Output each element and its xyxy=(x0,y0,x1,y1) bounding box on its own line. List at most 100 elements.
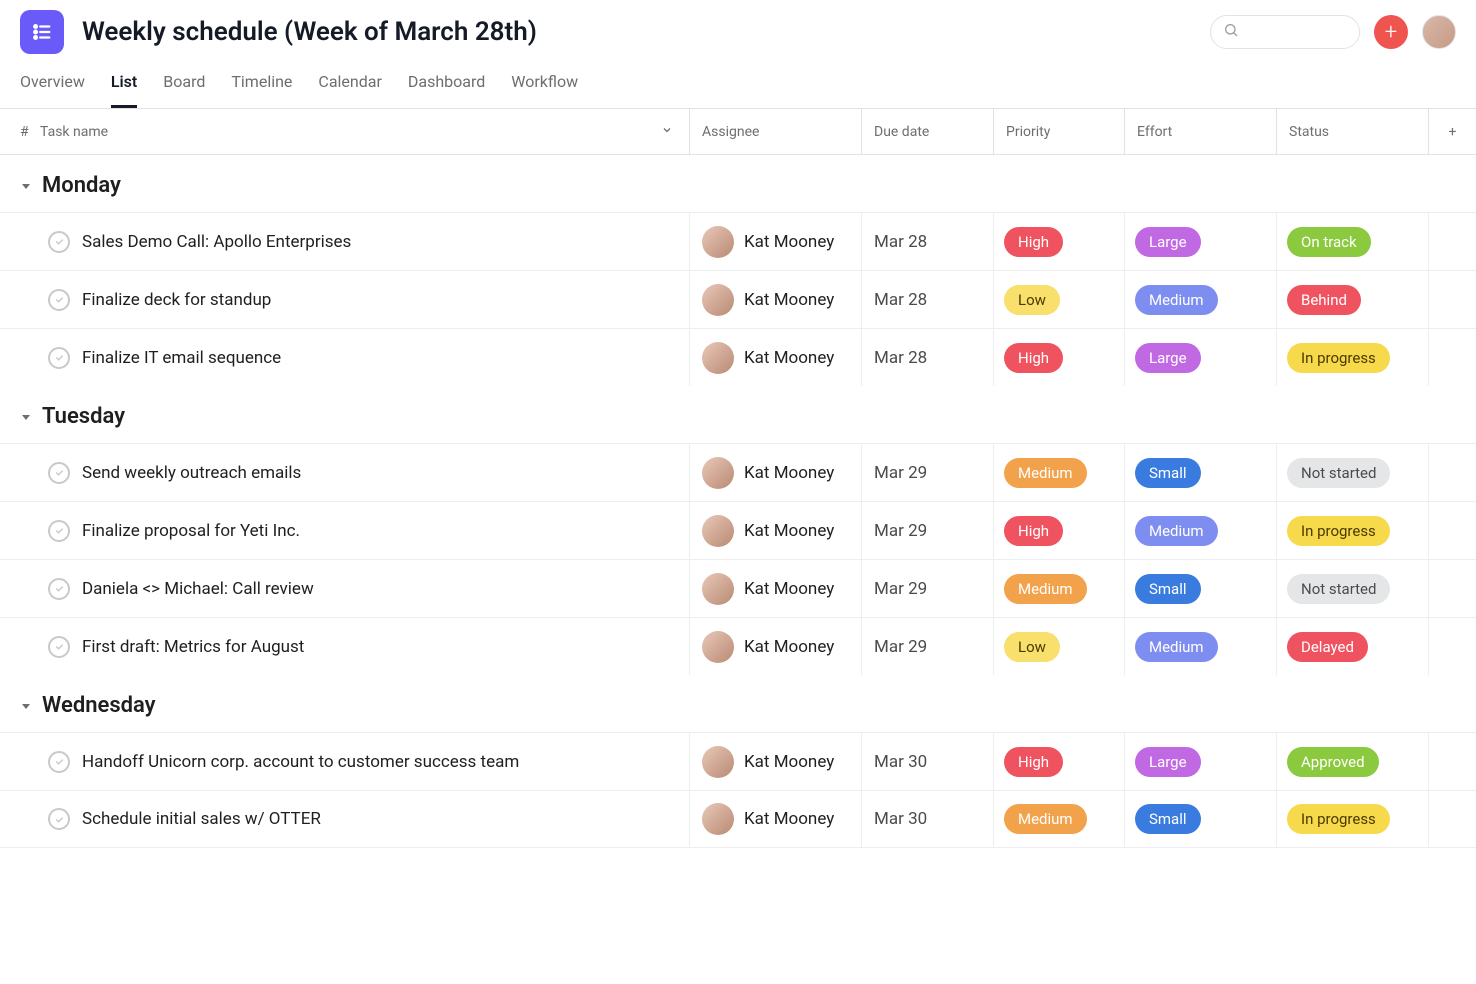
task-name: Finalize deck for standup xyxy=(82,290,271,310)
extra-cell xyxy=(1428,733,1476,790)
assignee-avatar[interactable] xyxy=(702,226,734,258)
tab-timeline[interactable]: Timeline xyxy=(231,72,292,108)
table-row[interactable]: Handoff Unicorn corp. account to custome… xyxy=(0,732,1476,790)
collapse-icon[interactable] xyxy=(18,178,34,194)
extra-cell xyxy=(1428,560,1476,617)
task-name: Send weekly outreach emails xyxy=(82,463,301,483)
status-pill[interactable]: Not started xyxy=(1287,458,1390,488)
plus-icon: + xyxy=(1385,20,1397,45)
tab-calendar[interactable]: Calendar xyxy=(318,72,381,108)
effort-pill[interactable]: Large xyxy=(1135,227,1201,257)
tab-list[interactable]: List xyxy=(111,72,137,108)
add-column-button[interactable]: + xyxy=(1428,109,1476,154)
status-pill[interactable]: In progress xyxy=(1287,343,1390,373)
task-name: Daniela <> Michael: Call review xyxy=(82,579,314,599)
priority-pill[interactable]: High xyxy=(1004,227,1063,257)
effort-pill[interactable]: Large xyxy=(1135,747,1201,777)
complete-checkbox[interactable] xyxy=(48,462,70,484)
chevron-down-icon[interactable] xyxy=(661,124,673,140)
effort-pill[interactable]: Small xyxy=(1135,574,1201,604)
status-pill[interactable]: Approved xyxy=(1287,747,1379,777)
status-pill[interactable]: Delayed xyxy=(1287,632,1368,662)
complete-checkbox[interactable] xyxy=(48,808,70,830)
search-box[interactable] xyxy=(1210,15,1360,49)
priority-pill[interactable]: Medium xyxy=(1004,458,1087,488)
section-title: Monday xyxy=(42,173,121,198)
column-priority: Priority xyxy=(993,109,1124,154)
extra-cell xyxy=(1428,791,1476,847)
tab-workflow[interactable]: Workflow xyxy=(511,72,578,108)
task-name: Finalize IT email sequence xyxy=(82,348,281,368)
assignee-avatar[interactable] xyxy=(702,342,734,374)
due-date[interactable]: Mar 30 xyxy=(861,733,993,790)
effort-pill[interactable]: Medium xyxy=(1135,516,1218,546)
complete-checkbox[interactable] xyxy=(48,578,70,600)
status-pill[interactable]: Not started xyxy=(1287,574,1390,604)
table-row[interactable]: Finalize deck for standup Kat Mooney Mar… xyxy=(0,270,1476,328)
section-title: Tuesday xyxy=(42,404,125,429)
complete-checkbox[interactable] xyxy=(48,751,70,773)
task-name: First draft: Metrics for August xyxy=(82,637,304,657)
status-pill[interactable]: In progress xyxy=(1287,516,1390,546)
table-row[interactable]: Finalize IT email sequence Kat Mooney Ma… xyxy=(0,328,1476,386)
priority-pill[interactable]: High xyxy=(1004,747,1063,777)
assignee-name: Kat Mooney xyxy=(744,232,834,252)
tab-board[interactable]: Board xyxy=(163,72,205,108)
section-title: Wednesday xyxy=(42,693,156,718)
due-date[interactable]: Mar 28 xyxy=(861,271,993,328)
due-date[interactable]: Mar 29 xyxy=(861,560,993,617)
priority-pill[interactable]: High xyxy=(1004,343,1063,373)
collapse-icon[interactable] xyxy=(18,409,34,425)
task-name: Sales Demo Call: Apollo Enterprises xyxy=(82,232,351,252)
assignee-avatar[interactable] xyxy=(702,631,734,663)
effort-pill[interactable]: Medium xyxy=(1135,632,1218,662)
assignee-name: Kat Mooney xyxy=(744,521,834,541)
task-name: Finalize proposal for Yeti Inc. xyxy=(82,521,300,541)
extra-cell xyxy=(1428,329,1476,386)
status-pill[interactable]: In progress xyxy=(1287,804,1390,834)
table-row[interactable]: Sales Demo Call: Apollo Enterprises Kat … xyxy=(0,212,1476,270)
effort-pill[interactable]: Medium xyxy=(1135,285,1218,315)
priority-pill[interactable]: Low xyxy=(1004,632,1060,662)
assignee-avatar[interactable] xyxy=(702,457,734,489)
due-date[interactable]: Mar 29 xyxy=(861,618,993,675)
column-status: Status xyxy=(1276,109,1428,154)
effort-pill[interactable]: Small xyxy=(1135,458,1201,488)
assignee-avatar[interactable] xyxy=(702,573,734,605)
assignee-avatar[interactable] xyxy=(702,515,734,547)
effort-pill[interactable]: Large xyxy=(1135,343,1201,373)
assignee-avatar[interactable] xyxy=(702,284,734,316)
search-input[interactable] xyxy=(1245,24,1347,40)
due-date[interactable]: Mar 28 xyxy=(861,213,993,270)
complete-checkbox[interactable] xyxy=(48,636,70,658)
assignee-avatar[interactable] xyxy=(702,746,734,778)
complete-checkbox[interactable] xyxy=(48,289,70,311)
due-date[interactable]: Mar 29 xyxy=(861,502,993,559)
add-button[interactable]: + xyxy=(1374,15,1408,49)
table-row[interactable]: First draft: Metrics for August Kat Moon… xyxy=(0,617,1476,675)
user-avatar[interactable] xyxy=(1422,15,1456,49)
complete-checkbox[interactable] xyxy=(48,347,70,369)
table-row[interactable]: Finalize proposal for Yeti Inc. Kat Moon… xyxy=(0,501,1476,559)
priority-pill[interactable]: High xyxy=(1004,516,1063,546)
collapse-icon[interactable] xyxy=(18,698,34,714)
search-icon xyxy=(1223,22,1239,42)
tab-overview[interactable]: Overview xyxy=(20,72,85,108)
due-date[interactable]: Mar 30 xyxy=(861,791,993,847)
effort-pill[interactable]: Small xyxy=(1135,804,1201,834)
status-pill[interactable]: Behind xyxy=(1287,285,1361,315)
complete-checkbox[interactable] xyxy=(48,520,70,542)
priority-pill[interactable]: Medium xyxy=(1004,574,1087,604)
project-icon[interactable] xyxy=(20,10,64,54)
status-pill[interactable]: On track xyxy=(1287,227,1371,257)
due-date[interactable]: Mar 28 xyxy=(861,329,993,386)
priority-pill[interactable]: Medium xyxy=(1004,804,1087,834)
priority-pill[interactable]: Low xyxy=(1004,285,1060,315)
table-row[interactable]: Send weekly outreach emails Kat Mooney M… xyxy=(0,443,1476,501)
complete-checkbox[interactable] xyxy=(48,231,70,253)
tab-dashboard[interactable]: Dashboard xyxy=(408,72,485,108)
due-date[interactable]: Mar 29 xyxy=(861,444,993,501)
assignee-avatar[interactable] xyxy=(702,803,734,835)
table-row[interactable]: Schedule initial sales w/ OTTER Kat Moon… xyxy=(0,790,1476,848)
table-row[interactable]: Daniela <> Michael: Call review Kat Moon… xyxy=(0,559,1476,617)
